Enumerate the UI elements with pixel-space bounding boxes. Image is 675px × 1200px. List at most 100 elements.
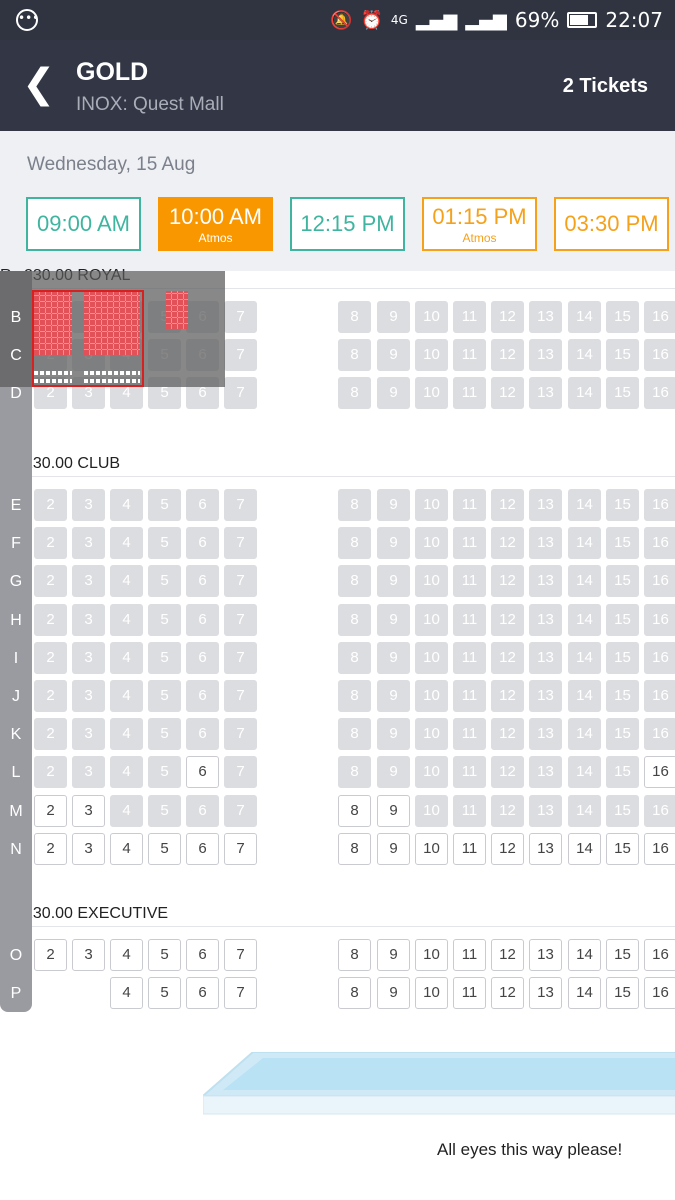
seat-O10[interactable]: 10	[415, 939, 448, 971]
seat-L12: 12	[491, 756, 524, 788]
seat-M16: 16	[644, 795, 675, 827]
seat-N13[interactable]: 13	[529, 833, 562, 865]
minimap-viewport[interactable]	[32, 290, 144, 387]
seat-O4[interactable]: 4	[110, 939, 143, 971]
seat-E15: 15	[606, 489, 639, 521]
showtime-time: 09:00 AM	[37, 211, 130, 236]
seat-C11: 11	[453, 339, 486, 371]
seat-O2[interactable]: 2	[34, 939, 67, 971]
battery-percent: 69%	[514, 8, 560, 32]
seat-O12[interactable]: 12	[491, 939, 524, 971]
seat-P13[interactable]: 13	[529, 977, 562, 1009]
seat-N3[interactable]: 3	[72, 833, 105, 865]
seat-J2: 2	[34, 680, 67, 712]
seat-G15: 15	[606, 565, 639, 597]
seat-P10[interactable]: 10	[415, 977, 448, 1009]
seat-N14[interactable]: 14	[568, 833, 601, 865]
seat-O8[interactable]: 8	[338, 939, 371, 971]
seat-N16[interactable]: 16	[644, 833, 675, 865]
seat-P7[interactable]: 7	[224, 977, 257, 1009]
seat-N4[interactable]: 4	[110, 833, 143, 865]
seat-N5[interactable]: 5	[148, 833, 181, 865]
seat-F8: 8	[338, 527, 371, 559]
page-title: GOLD	[76, 58, 149, 86]
seat-O3[interactable]: 3	[72, 939, 105, 971]
seat-D14: 14	[568, 377, 601, 409]
showtime-button[interactable]: 10:00 AM Atmos	[158, 197, 273, 251]
seat-J16: 16	[644, 680, 675, 712]
seat-P16[interactable]: 16	[644, 977, 675, 1009]
row-label: D	[10, 385, 22, 402]
seat-P6[interactable]: 6	[186, 977, 219, 1009]
seat-H6: 6	[186, 604, 219, 636]
seat-H5: 5	[148, 604, 181, 636]
seat-K6: 6	[186, 718, 219, 750]
seat-N12[interactable]: 12	[491, 833, 524, 865]
seat-N2[interactable]: 2	[34, 833, 67, 865]
seat-O7[interactable]: 7	[224, 939, 257, 971]
seat-O9[interactable]: 9	[377, 939, 410, 971]
seat-H13: 13	[529, 604, 562, 636]
seat-C16: 16	[644, 339, 675, 371]
seat-M3[interactable]: 3	[72, 795, 105, 827]
seat-L16[interactable]: 16	[644, 756, 675, 788]
seat-L4: 4	[110, 756, 143, 788]
seat-N8[interactable]: 8	[338, 833, 371, 865]
seat-N7[interactable]: 7	[224, 833, 257, 865]
seat-J13: 13	[529, 680, 562, 712]
seat-N9[interactable]: 9	[377, 833, 410, 865]
seat-N6[interactable]: 6	[186, 833, 219, 865]
showtime-button[interactable]: 01:15 PM Atmos	[422, 197, 537, 251]
seat-J15: 15	[606, 680, 639, 712]
seat-O13[interactable]: 13	[529, 939, 562, 971]
seat-P11[interactable]: 11	[453, 977, 486, 1009]
seat-E4: 4	[110, 489, 143, 521]
seat-K5: 5	[148, 718, 181, 750]
ticket-count-button[interactable]: 2 Tickets	[563, 75, 648, 98]
seat-P8[interactable]: 8	[338, 977, 371, 1009]
seat-N11[interactable]: 11	[453, 833, 486, 865]
arrow-left-icon[interactable]: ❮	[22, 64, 56, 104]
seat-O6[interactable]: 6	[186, 939, 219, 971]
seat-J7: 7	[224, 680, 257, 712]
seat-K2: 2	[34, 718, 67, 750]
mute-icon: 🔕	[330, 9, 353, 31]
seat-P15[interactable]: 15	[606, 977, 639, 1009]
showtime-button[interactable]: 09:00 AM	[26, 197, 141, 251]
screen-graphic	[203, 1052, 675, 1115]
seat-O11[interactable]: 11	[453, 939, 486, 971]
seat-P12[interactable]: 12	[491, 977, 524, 1009]
seat-P4[interactable]: 4	[110, 977, 143, 1009]
seat-P5[interactable]: 5	[148, 977, 181, 1009]
seat-E10: 10	[415, 489, 448, 521]
seat-N15[interactable]: 15	[606, 833, 639, 865]
seat-O16[interactable]: 16	[644, 939, 675, 971]
showtime-button[interactable]: 03:30 PM	[554, 197, 669, 251]
seat-B16: 16	[644, 301, 675, 333]
seat-F10: 10	[415, 527, 448, 559]
seat-F13: 13	[529, 527, 562, 559]
seat-P14[interactable]: 14	[568, 977, 601, 1009]
seat-G12: 12	[491, 565, 524, 597]
seat-E5: 5	[148, 489, 181, 521]
seat-J3: 3	[72, 680, 105, 712]
seat-O15[interactable]: 15	[606, 939, 639, 971]
seat-K7: 7	[224, 718, 257, 750]
seat-L8: 8	[338, 756, 371, 788]
seat-P9[interactable]: 9	[377, 977, 410, 1009]
seat-L6[interactable]: 6	[186, 756, 219, 788]
seat-D9: 9	[377, 377, 410, 409]
showtime-format-tag: Atmos	[198, 230, 233, 245]
showtime-button[interactable]: 12:15 PM	[290, 197, 405, 251]
seat-G8: 8	[338, 565, 371, 597]
seat-M8[interactable]: 8	[338, 795, 371, 827]
seat-O14[interactable]: 14	[568, 939, 601, 971]
seat-O5[interactable]: 5	[148, 939, 181, 971]
row-label: G	[9, 573, 23, 590]
seat-N10[interactable]: 10	[415, 833, 448, 865]
seat-minimap[interactable]	[0, 271, 225, 387]
seat-M9[interactable]: 9	[377, 795, 410, 827]
seat-M2[interactable]: 2	[34, 795, 67, 827]
seat-E13: 13	[529, 489, 562, 521]
alarm-icon: ⏰	[360, 9, 383, 31]
